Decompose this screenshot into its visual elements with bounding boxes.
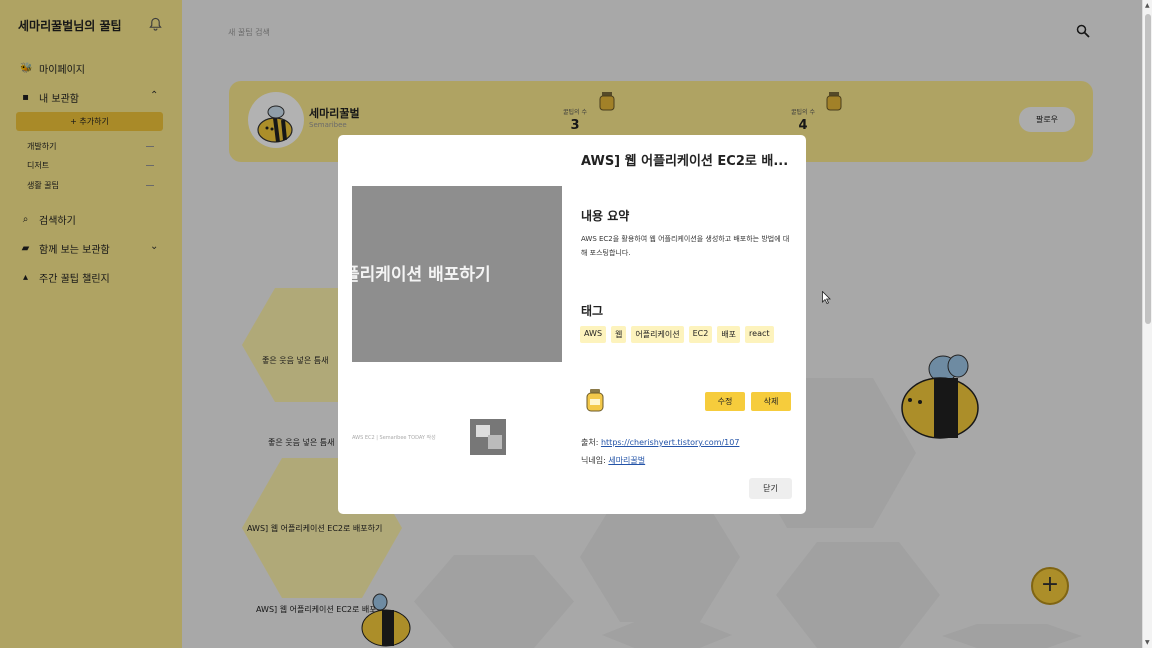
tag[interactable]: AWS [580, 326, 607, 343]
tag[interactable]: 웹 [611, 326, 627, 343]
modal-title: AWS] 웹 어플리케이션 EC2로 배... [581, 154, 789, 169]
preview-thumbnail [470, 419, 506, 455]
delete-button[interactable]: 삭제 [751, 392, 791, 411]
tip-detail-modal: 플리케이션 배포하기 AWS EC2 | Semaribee TODAY 작성 … [338, 135, 806, 514]
preview-heading: 플리케이션 배포하기 [352, 265, 491, 285]
scroll-down-icon[interactable]: ▼ [1145, 639, 1150, 646]
close-button[interactable]: 닫기 [749, 478, 792, 499]
tag[interactable]: EC2 [688, 326, 713, 343]
summary-heading: 내용 요약 [581, 209, 630, 223]
nickname-link[interactable]: 세마리꿀벌 [608, 456, 645, 465]
tag[interactable]: 배포 [717, 326, 741, 343]
source-label: 출처: [581, 438, 601, 447]
tip-preview-image: 플리케이션 배포하기 AWS EC2 | Semaribee TODAY 작성 [352, 186, 562, 461]
tags-heading: 태그 [581, 304, 604, 318]
honey-jar-icon[interactable] [586, 388, 604, 412]
tag[interactable]: 어플리케이션 [631, 326, 684, 343]
preview-caption: AWS EC2 | Semaribee TODAY 작성 [352, 435, 436, 441]
tag[interactable]: react [745, 326, 774, 343]
tag-list: AWS 웹 어플리케이션 EC2 배포 react [580, 326, 774, 343]
source-link[interactable]: https://cherishyert.tistory.com/107 [601, 438, 739, 447]
scroll-up-icon[interactable]: ▲ [1145, 2, 1150, 9]
scrollbar[interactable]: ▲ ▼ [1142, 0, 1152, 648]
scrollbar-thumb[interactable] [1145, 14, 1151, 324]
source-line: 출처: https://cherishyert.tistory.com/107 [581, 437, 739, 448]
nickname-line: 닉네임: 세마리꿀벌 [581, 455, 645, 466]
cursor-icon [822, 291, 831, 304]
nickname-label: 닉네임: [581, 456, 609, 465]
edit-button[interactable]: 수정 [705, 392, 745, 411]
summary-text: AWS EC2을 활용하여 웹 어플리케이션을 생성하고 배포하는 방법에 대해… [581, 235, 790, 257]
